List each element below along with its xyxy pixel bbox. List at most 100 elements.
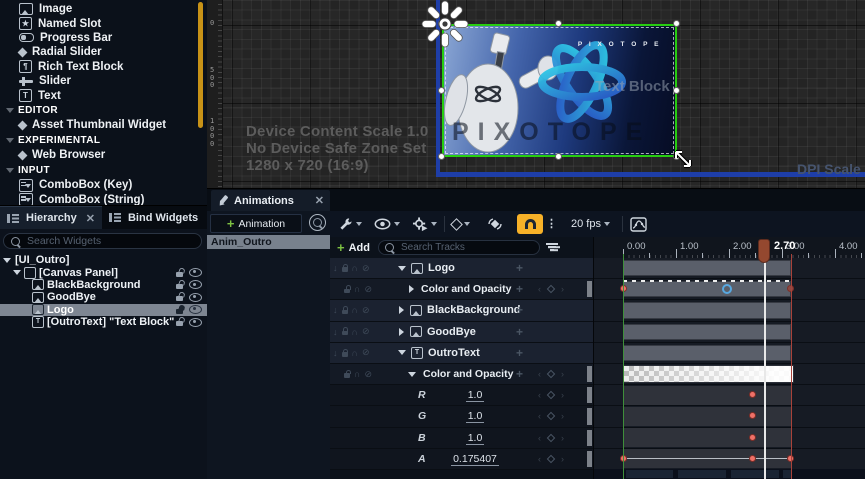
next-key-icon[interactable]: › xyxy=(561,369,564,379)
add-section-icon[interactable]: + xyxy=(516,325,523,339)
timeline-row-channel-g[interactable] xyxy=(594,406,865,427)
section-bar[interactable] xyxy=(623,345,791,361)
alpha-gradient-bar[interactable] xyxy=(623,365,794,383)
deactivate-icon[interactable]: ⊘ xyxy=(362,263,370,274)
add-key-diamond-icon[interactable] xyxy=(547,412,555,420)
add-track-button[interactable]: +Add xyxy=(337,242,370,254)
add-key-diamond-icon[interactable] xyxy=(547,285,555,293)
resize-handle-left[interactable] xyxy=(438,87,445,94)
timeline-row-logo-color-opacity[interactable] xyxy=(594,279,865,300)
tree-row-ui-outro[interactable]: [UI_Outro] xyxy=(0,254,207,266)
fps-dropdown[interactable]: 20 fps xyxy=(571,218,610,230)
hierarchy-search[interactable] xyxy=(3,233,202,249)
add-key-diamond-icon[interactable] xyxy=(547,433,555,441)
next-key-icon[interactable]: › xyxy=(561,284,564,294)
track-row-logo-color-opacity[interactable]: ∩⊘ Color and Opacity + ‹› xyxy=(330,279,593,300)
add-section-icon[interactable]: + xyxy=(516,346,523,360)
eye-icon[interactable] xyxy=(189,305,202,314)
expander-icon[interactable] xyxy=(398,266,406,271)
prev-key-icon[interactable]: ‹ xyxy=(538,454,541,464)
sequencer-options-button[interactable] xyxy=(338,217,362,232)
palette-item-combobox-key[interactable]: ComboBox (Key) xyxy=(0,178,207,192)
channel-value[interactable]: 1.0 xyxy=(442,432,508,444)
timeline-row-outrotext[interactable] xyxy=(594,343,865,364)
palette-item-asset-thumbnail-widget[interactable]: Asset Thumbnail Widget xyxy=(0,118,207,132)
pin-icon[interactable]: ↓ xyxy=(333,263,338,273)
tab-bind-widgets[interactable]: Bind Widgets xyxy=(102,206,205,229)
tree-row-outrotext[interactable]: T [OutroText] "Text Block" xyxy=(0,316,207,328)
track-row-channel-g[interactable]: G 1.0 ‹› xyxy=(330,406,593,427)
palette-category-experimental[interactable]: EXPERIMENTAL xyxy=(0,133,207,149)
lock-icon[interactable] xyxy=(344,289,350,294)
add-animation-button[interactable]: + Animation xyxy=(210,214,302,233)
mute-icon[interactable]: ∩ xyxy=(352,327,358,337)
deactivate-icon[interactable]: ⊘ xyxy=(364,284,372,295)
section-bar[interactable] xyxy=(623,302,791,318)
track-row-outrotext[interactable]: ↓∩⊘ T OutroText + xyxy=(330,343,593,364)
add-section-icon[interactable]: + xyxy=(516,303,523,317)
section-bar[interactable] xyxy=(623,324,791,340)
resize-handle-bottom[interactable] xyxy=(555,153,562,160)
animation-list-item[interactable]: Anim_Outro xyxy=(207,235,330,249)
expander-icon[interactable] xyxy=(409,285,414,293)
resize-handle-top[interactable] xyxy=(555,20,562,27)
add-key-diamond-icon[interactable] xyxy=(547,455,555,463)
next-key-icon[interactable]: › xyxy=(561,390,564,400)
palette-scrollbar[interactable] xyxy=(198,2,203,128)
timeline-area[interactable]: 0.00 1.00 2.00 3.00 4.00 xyxy=(593,237,865,479)
track-row-channel-b[interactable]: B 1.0 ‹› xyxy=(330,428,593,449)
anchor-medallion-icon[interactable] xyxy=(421,0,469,48)
channel-value[interactable]: 1.0 xyxy=(442,389,508,401)
lock-icon[interactable] xyxy=(176,296,183,301)
expander-icon[interactable] xyxy=(399,328,404,336)
pin-icon[interactable]: ↓ xyxy=(333,305,338,315)
deactivate-icon[interactable]: ⊘ xyxy=(362,305,370,316)
lock-icon[interactable] xyxy=(342,267,348,272)
pin-icon[interactable]: ↓ xyxy=(333,327,338,337)
designer-viewport[interactable]: 0 500 1000 Device Content Scale 1.0 No D… xyxy=(207,0,865,188)
deactivate-icon[interactable]: ⊘ xyxy=(364,369,372,380)
add-key-diamond-icon[interactable] xyxy=(547,391,555,399)
channel-value[interactable]: 0.175407 xyxy=(442,453,508,465)
add-section-icon[interactable]: + xyxy=(516,261,523,275)
eye-icon[interactable] xyxy=(189,268,202,277)
deactivate-icon[interactable]: ⊘ xyxy=(362,347,370,358)
mute-icon[interactable]: ∩ xyxy=(354,369,360,379)
mute-icon[interactable]: ∩ xyxy=(352,263,358,273)
timeline-row-logo[interactable] xyxy=(594,258,865,279)
mute-icon[interactable]: ∩ xyxy=(352,305,358,315)
tab-animations[interactable]: Animations ✕ xyxy=(211,190,330,211)
close-icon[interactable]: ✕ xyxy=(86,212,95,225)
prev-key-icon[interactable]: ‹ xyxy=(538,390,541,400)
view-options-button[interactable] xyxy=(374,218,400,230)
track-search-input[interactable] xyxy=(399,241,535,254)
lock-icon[interactable] xyxy=(176,272,183,277)
palette-category-editor[interactable]: EDITOR xyxy=(0,103,207,119)
track-row-goodbye[interactable]: ↓∩⊘ GoodBye + xyxy=(330,322,593,343)
timeline-row-channel-b[interactable] xyxy=(594,428,865,449)
channel-value[interactable]: 1.0 xyxy=(442,410,508,422)
playback-options-button[interactable] xyxy=(412,217,437,232)
lock-icon[interactable] xyxy=(342,310,348,315)
mute-icon[interactable]: ∩ xyxy=(352,348,358,358)
tree-row-canvas-panel[interactable]: [Canvas Panel] xyxy=(0,266,207,278)
resize-handle-top-right[interactable] xyxy=(673,20,680,27)
keyframe[interactable] xyxy=(749,455,756,462)
expander-icon[interactable] xyxy=(3,258,11,263)
expander-icon[interactable] xyxy=(13,270,21,275)
search-input[interactable] xyxy=(25,234,194,248)
timeline-row-blackbackground[interactable] xyxy=(594,300,865,321)
palette-category-input[interactable]: INPUT xyxy=(0,163,207,179)
keyframe-options-button[interactable] xyxy=(452,220,470,229)
track-row-outrotext-color-opacity[interactable]: ∩⊘ Color and Opacity + ‹› xyxy=(330,364,593,385)
prev-key-icon[interactable]: ‹ xyxy=(538,433,541,443)
tree-row-blackbackground[interactable]: BlackBackground xyxy=(0,279,207,291)
track-row-channel-r[interactable]: R 1.0 ‹› xyxy=(330,385,593,406)
lock-icon[interactable] xyxy=(344,373,350,378)
track-search[interactable] xyxy=(378,240,540,255)
next-key-icon[interactable]: › xyxy=(561,411,564,421)
section-bar[interactable] xyxy=(623,281,791,297)
palette-item-slider[interactable]: Slider xyxy=(0,74,207,88)
palette-item-radial-slider[interactable]: Radial Slider xyxy=(0,45,207,59)
track-row-channel-a[interactable]: A 0.175407 ‹› xyxy=(330,449,593,470)
